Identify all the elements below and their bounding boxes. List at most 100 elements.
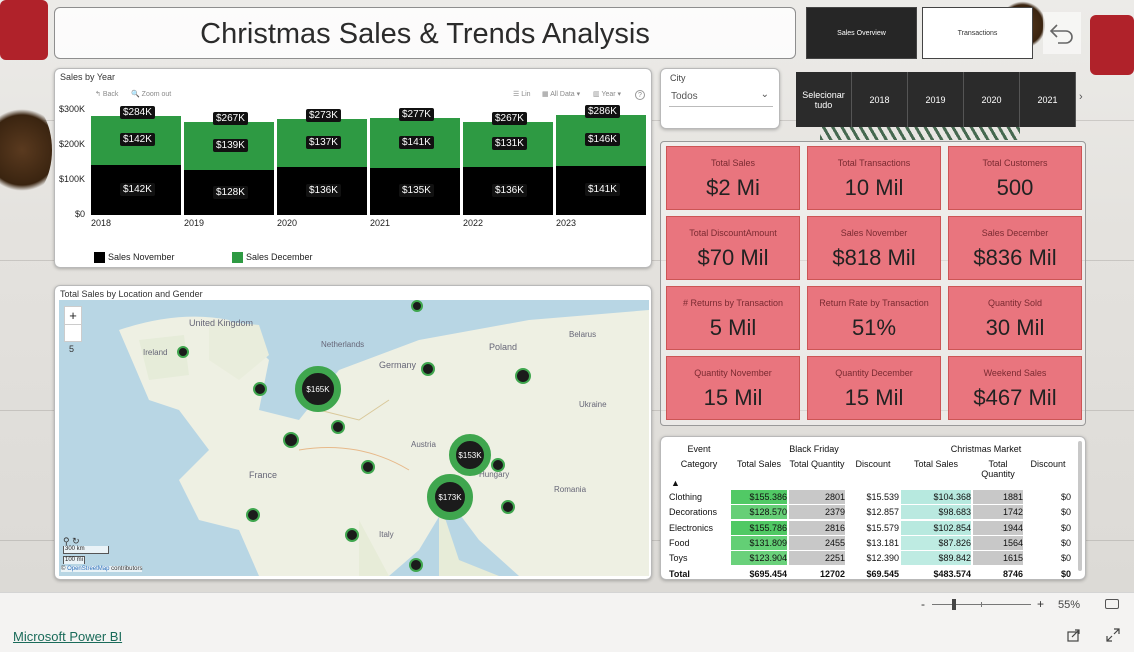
gift-decoration: [1090, 15, 1134, 75]
map-bubble-small[interactable]: [411, 300, 423, 312]
kpi-label: Weekend Sales: [983, 368, 1047, 378]
plus-icon[interactable]: +: [65, 307, 81, 325]
x-tick-label: 2019: [184, 218, 205, 228]
map-bubble-large[interactable]: $173K: [427, 474, 473, 520]
matrix-column-header[interactable]: Total Sales: [731, 459, 787, 469]
fit-page-icon[interactable]: [1105, 599, 1119, 609]
kpi-card: Total Customers 500: [948, 146, 1082, 210]
sort-ascending-icon[interactable]: ▲: [671, 478, 681, 488]
powerbi-brand-link[interactable]: Microsoft Power BI: [13, 629, 122, 644]
refresh-icon[interactable]: ↻: [72, 536, 80, 546]
matrix-value-cell: $128.570: [731, 505, 787, 520]
map-bubble-small[interactable]: [491, 458, 505, 472]
kpi-value: $467 Mil: [973, 385, 1057, 410]
table-scrollbar[interactable]: [1078, 441, 1082, 571]
year-slicer-2019[interactable]: 2019: [908, 72, 964, 127]
matrix-value-cell: $98.683: [901, 505, 971, 520]
map-bubble-small[interactable]: [421, 362, 435, 376]
map-bubble-small[interactable]: [283, 432, 299, 448]
matrix-column-header[interactable]: Total Sales: [901, 459, 971, 469]
matrix-total-label: Total: [669, 568, 690, 579]
data-label-total: $267K: [213, 111, 248, 125]
y-tick-label: $300K: [58, 104, 85, 114]
data-label-december: $146K: [585, 133, 620, 147]
map-bubble-large[interactable]: $165K: [295, 366, 341, 412]
kpi-label: Total DiscountAmount: [689, 228, 777, 238]
linear-scale-button[interactable]: ☰ Lin: [513, 90, 531, 98]
matrix-value-cell: $155.386: [731, 490, 787, 504]
zoom-in-button[interactable]: +: [1037, 597, 1044, 611]
kpi-label: Total Customers: [982, 158, 1048, 168]
map-viewport[interactable]: United Kingdom Ireland Netherlands Germa…: [59, 300, 649, 576]
zoom-out-button[interactable]: 🔍 Zoom out: [131, 90, 171, 98]
zoom-slider[interactable]: [932, 599, 1031, 610]
matrix-header-category[interactable]: Category: [669, 459, 729, 469]
matrix-value-cell: 1944: [973, 520, 1023, 535]
map-bubble-small[interactable]: [253, 382, 267, 396]
x-tick-label: 2023: [556, 218, 577, 228]
matrix-column-header[interactable]: Total Quantity: [973, 459, 1023, 479]
year-slicer-2020[interactable]: 2020: [964, 72, 1020, 127]
kpi-label: Total Transactions: [837, 158, 911, 168]
city-dropdown[interactable]: Todos ⌄: [669, 87, 773, 107]
data-label-november: $141K: [585, 183, 620, 197]
report-canvas: Christmas Sales & Trends Analysis Sales …: [0, 0, 1134, 592]
map-bubble-small[interactable]: [515, 368, 531, 384]
x-tick-label: 2022: [463, 218, 484, 228]
report-title: Christmas Sales & Trends Analysis: [200, 18, 650, 50]
chevron-right-icon[interactable]: ›: [1079, 91, 1083, 103]
matrix-value-cell: $15.579: [866, 522, 899, 533]
matrix-group-header: Black Friday: [789, 444, 839, 454]
kpi-label: Quantity Sold: [987, 298, 1043, 308]
map-zoom-level: 5: [69, 344, 75, 354]
map-bubble-small[interactable]: [246, 508, 260, 522]
lasso-icon[interactable]: ⚲: [63, 536, 70, 546]
matrix-value-cell: $155.786: [731, 520, 787, 535]
matrix-value-cell: 2379: [789, 505, 845, 520]
map-bubble-small[interactable]: [361, 460, 375, 474]
kpi-value: $818 Mil: [832, 245, 916, 270]
map-bubble-small[interactable]: [409, 558, 423, 572]
year-slicer-2018[interactable]: 2018: [852, 72, 908, 127]
sales-by-year-card: Sales by Year ↰ Back 🔍 Zoom out ☰ Lin ▦ …: [54, 68, 652, 268]
map-scale-mi: 100 mi: [63, 556, 85, 564]
event-matrix-card: Event Category ▲ Black Friday Christmas Mark…: [660, 436, 1086, 580]
matrix-column-header[interactable]: Total Quantity: [789, 459, 845, 469]
city-slicer-label: City: [670, 73, 686, 83]
share-icon[interactable]: [1067, 628, 1081, 642]
matrix-row-category: Toys: [669, 553, 688, 564]
help-button[interactable]: ?: [635, 90, 645, 100]
kpi-card: Quantity Sold 30 Mil: [948, 286, 1082, 350]
year-slicer-select-all[interactable]: Selecionar tudo: [796, 72, 852, 127]
back-button[interactable]: [1043, 12, 1081, 54]
back-arrow-icon: [1049, 24, 1073, 44]
legend-swatch-december: [232, 252, 243, 263]
matrix-value-cell: $102.854: [901, 520, 971, 535]
zoom-slider-thumb[interactable]: [951, 599, 956, 610]
all-data-dropdown[interactable]: ▦ All Data ▾: [542, 90, 580, 98]
map-scale-km: 300 km: [63, 546, 109, 554]
map-bubble-small[interactable]: [177, 346, 189, 358]
report-title-box: Christmas Sales & Trends Analysis: [54, 7, 796, 59]
sales-overview-button[interactable]: Sales Overview: [806, 7, 917, 59]
fullscreen-icon[interactable]: [1106, 628, 1120, 642]
openstreetmap-link[interactable]: OpenStreetMap: [67, 566, 109, 572]
drill-back-button[interactable]: ↰ Back: [95, 90, 118, 98]
matrix-header-event: Event: [687, 444, 711, 454]
data-label-december: $141K: [399, 136, 434, 150]
matrix-column-header[interactable]: Discount: [1025, 459, 1071, 469]
kpi-value: 51%: [851, 315, 897, 340]
zoom-out-button[interactable]: -: [921, 597, 925, 611]
y-tick-label: $200K: [58, 139, 85, 149]
kpi-value: 10 Mil: [844, 175, 904, 200]
data-label-total: $273K: [306, 109, 341, 123]
zoom-slider-tick: [981, 602, 982, 607]
map-bubble-small[interactable]: [331, 420, 345, 434]
transactions-button[interactable]: Transactions: [922, 7, 1033, 59]
year-dropdown[interactable]: ▥ Year ▾: [593, 90, 621, 98]
matrix-column-header[interactable]: Discount: [847, 459, 899, 469]
year-slicer-2021[interactable]: 2021: [1020, 72, 1076, 127]
map-bubble-small[interactable]: [345, 528, 359, 542]
map-bubble-large[interactable]: $153K: [449, 434, 491, 476]
map-bubble-small[interactable]: [501, 500, 515, 514]
